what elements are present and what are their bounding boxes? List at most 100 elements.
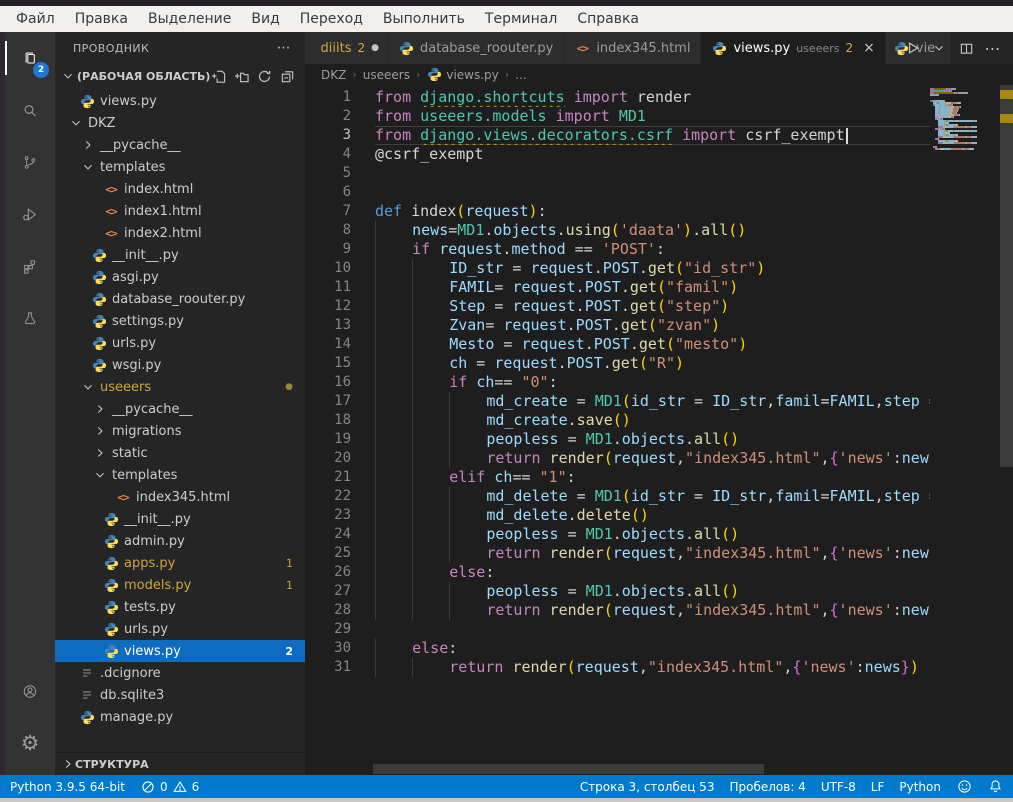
line-number[interactable]: 6 bbox=[305, 183, 375, 202]
code-line[interactable]: 10ID_str = request.POST.get("id_str") bbox=[305, 259, 930, 278]
code-line[interactable]: 17md_create = MD1(id_str = ID_str,famil=… bbox=[305, 392, 930, 411]
code-line[interactable]: 31return render(request,"index345.html",… bbox=[305, 658, 930, 677]
tree-item-index1-html[interactable]: <>index1.html bbox=[55, 200, 305, 222]
feedback[interactable] bbox=[956, 779, 972, 795]
line-number[interactable]: 11 bbox=[305, 278, 375, 297]
tree-item-migrations[interactable]: migrations bbox=[55, 420, 305, 442]
chevron-down-button[interactable] bbox=[931, 40, 947, 56]
line-number[interactable]: 5 bbox=[305, 164, 375, 183]
line-number[interactable]: 22 bbox=[305, 487, 375, 506]
code-line[interactable]: 15ch = request.POST.get("R") bbox=[305, 354, 930, 373]
testing-activity-button[interactable] bbox=[5, 292, 55, 344]
tree-item-database-roouter-py[interactable]: database_roouter.py bbox=[55, 288, 305, 310]
tree-item-dkz[interactable]: DKZ bbox=[55, 112, 305, 134]
code-line[interactable]: 22md_delete = MD1(id_str = ID_str,famil=… bbox=[305, 487, 930, 506]
line-number[interactable]: 9 bbox=[305, 240, 375, 259]
code-line[interactable]: 18md_create.save() bbox=[305, 411, 930, 430]
menu-item-1[interactable]: Файл bbox=[6, 11, 65, 27]
tree-item-templates[interactable]: templates bbox=[55, 464, 305, 486]
tree-item-pycache[interactable]: __pycache__ bbox=[55, 398, 305, 420]
tab-index345-html[interactable]: <>index345.html bbox=[564, 32, 701, 64]
search-activity-button[interactable] bbox=[5, 84, 55, 136]
source-control-activity-button[interactable] bbox=[5, 136, 55, 188]
line-number[interactable]: 7 bbox=[305, 202, 375, 221]
line-number[interactable]: 29 bbox=[305, 620, 375, 639]
refresh-icon[interactable] bbox=[256, 68, 272, 84]
code-line[interactable]: 1from django.shortcuts import render bbox=[305, 88, 930, 107]
eol[interactable]: LF bbox=[871, 780, 885, 794]
menu-item-5[interactable]: Переход bbox=[290, 11, 373, 27]
breadcrumb-item-views-py[interactable]: views.py bbox=[426, 67, 498, 83]
menu-item-2[interactable]: Правка bbox=[65, 11, 138, 27]
outline-section-header[interactable]: СТРУКТУРА bbox=[55, 752, 305, 775]
line-number[interactable]: 23 bbox=[305, 506, 375, 525]
tree-item-wsgi-py[interactable]: wsgi.py bbox=[55, 354, 305, 376]
menu-item-8[interactable]: Справка bbox=[567, 11, 649, 27]
line-number[interactable]: 14 bbox=[305, 335, 375, 354]
line-number[interactable]: 20 bbox=[305, 449, 375, 468]
line-number[interactable]: 8 bbox=[305, 221, 375, 240]
horizontal-scrollbar[interactable] bbox=[305, 764, 930, 774]
tree-item-useeers[interactable]: useeers● bbox=[55, 376, 305, 398]
line-number[interactable]: 28 bbox=[305, 601, 375, 620]
code-line[interactable]: 5 bbox=[305, 164, 930, 183]
code-area[interactable]: 1from django.shortcuts import render2fro… bbox=[305, 85, 1013, 775]
line-number[interactable]: 27 bbox=[305, 582, 375, 601]
code-line[interactable]: 6 bbox=[305, 183, 930, 202]
line-number[interactable]: 26 bbox=[305, 563, 375, 582]
tree-item-init-py[interactable]: __init__.py bbox=[55, 508, 305, 530]
tree-item-static[interactable]: static bbox=[55, 442, 305, 464]
line-number[interactable]: 31 bbox=[305, 658, 375, 677]
menu-item-3[interactable]: Выделение bbox=[138, 11, 241, 27]
line-number[interactable]: 15 bbox=[305, 354, 375, 373]
breadcrumb-item-item[interactable]: ... bbox=[515, 68, 526, 82]
tree-item-views-py[interactable]: views.py2 bbox=[55, 640, 305, 662]
code-line[interactable]: 11FAMIL= request.POST.get("famil") bbox=[305, 278, 930, 297]
code-line[interactable]: 29 bbox=[305, 620, 930, 639]
tree-item-dcignore[interactable]: .dcignore bbox=[55, 662, 305, 684]
workspace-section-header[interactable]: (РАБОЧАЯ ОБЛАСТЬ) ... bbox=[55, 64, 305, 88]
more-icon[interactable]: ⋯ bbox=[985, 40, 1001, 56]
code-line[interactable]: 14Mesto = request.POST.get("mesto") bbox=[305, 335, 930, 354]
breadcrumb-item-useeers[interactable]: useeers bbox=[363, 68, 410, 82]
line-number[interactable]: 16 bbox=[305, 373, 375, 392]
line-number[interactable]: 17 bbox=[305, 392, 375, 411]
cursor-position[interactable]: Строка 3, столбец 53 bbox=[580, 780, 715, 794]
code-line[interactable]: 2from useeers.models import MD1 bbox=[305, 107, 930, 126]
code-line[interactable]: 9if request.method == 'POST': bbox=[305, 240, 930, 259]
tab-views-py[interactable]: views.pyuseeers2× bbox=[701, 32, 885, 64]
line-number[interactable]: 18 bbox=[305, 411, 375, 430]
code-editor[interactable]: 1from django.shortcuts import render2fro… bbox=[305, 85, 930, 775]
code-line[interactable]: 3from django.views.decorators.csrf impor… bbox=[305, 126, 930, 145]
vertical-scrollbar-slider[interactable] bbox=[1000, 85, 1013, 467]
tree-item-views-py[interactable]: views.py bbox=[55, 90, 305, 112]
minimap[interactable] bbox=[930, 88, 1000, 150]
tree-item-index345-html[interactable]: <>index345.html bbox=[55, 486, 305, 508]
tree-item-apps-py[interactable]: apps.py1 bbox=[55, 552, 305, 574]
horizontal-scrollbar-slider[interactable] bbox=[373, 764, 764, 774]
breadcrumb-item-dkz[interactable]: DKZ bbox=[321, 68, 346, 82]
tree-item-tests-py[interactable]: tests.py bbox=[55, 596, 305, 618]
line-number[interactable]: 4 bbox=[305, 145, 375, 164]
code-line[interactable]: 19peopless = MD1.objects.all() bbox=[305, 430, 930, 449]
language[interactable]: Python bbox=[899, 780, 941, 794]
code-line[interactable]: 24peopless = MD1.objects.all() bbox=[305, 525, 930, 544]
tree-item-settings-py[interactable]: settings.py bbox=[55, 310, 305, 332]
split-editor-button[interactable] bbox=[958, 40, 974, 56]
settings-button[interactable]: ⚙ bbox=[5, 717, 55, 769]
explorer-more-icon[interactable]: ⋯ bbox=[277, 40, 291, 56]
tree-item-db-sqlite3[interactable]: db.sqlite3 bbox=[55, 684, 305, 706]
line-number[interactable]: 24 bbox=[305, 525, 375, 544]
encoding[interactable]: UTF-8 bbox=[821, 780, 856, 794]
line-number[interactable]: 25 bbox=[305, 544, 375, 563]
code-line[interactable]: 20return render(request,"index345.html",… bbox=[305, 449, 930, 468]
code-line[interactable]: 13Zvan= request.POST.get("zvan") bbox=[305, 316, 930, 335]
line-number[interactable]: 12 bbox=[305, 297, 375, 316]
line-number[interactable]: 1 bbox=[305, 88, 375, 107]
code-line[interactable]: 28return render(request,"index345.html",… bbox=[305, 601, 930, 620]
line-number[interactable]: 19 bbox=[305, 430, 375, 449]
new-file-icon[interactable] bbox=[210, 68, 226, 84]
tree-item-index2-html[interactable]: <>index2.html bbox=[55, 222, 305, 244]
explorer-activity-button[interactable]: 2 bbox=[5, 32, 55, 84]
new-folder-icon[interactable] bbox=[233, 68, 249, 84]
